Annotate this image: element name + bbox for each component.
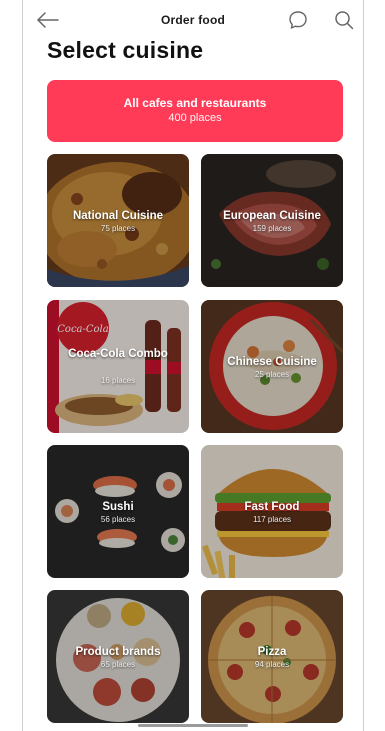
- category-tile-fast-food[interactable]: Fast Food 117 places: [201, 445, 343, 578]
- category-name: Fast Food: [244, 501, 300, 513]
- category-tile-european-cuisine[interactable]: European Cuisine 159 places: [201, 154, 343, 287]
- category-tile-coca-cola-combo[interactable]: Coca-Cola Coca-Cola Combo 16 places: [47, 300, 189, 433]
- category-tile-product-brands[interactable]: Product brands 65 places: [47, 590, 189, 723]
- page-title: Order food: [161, 13, 225, 27]
- category-count: 16 places: [100, 376, 136, 385]
- category-tile-pizza[interactable]: Pizza 94 places: [201, 590, 343, 723]
- top-bar: Order food: [23, 0, 363, 40]
- section-heading: Select cuisine: [47, 37, 204, 63]
- category-name: Coca-Cola Combo: [68, 348, 168, 360]
- category-count: 75 places: [100, 224, 136, 233]
- category-name: Product brands: [75, 646, 161, 658]
- category-name: National Cuisine: [72, 210, 164, 222]
- app-screen: Order food Select cuisine All cafes and …: [22, 0, 364, 731]
- category-count: 117 places: [252, 515, 292, 524]
- category-count: 25 places: [254, 370, 290, 379]
- category-name: European Cuisine: [223, 210, 321, 222]
- category-name: Chinese Cuisine: [227, 356, 317, 368]
- category-count: 94 places: [254, 660, 290, 669]
- search-icon[interactable]: [333, 9, 355, 31]
- category-count: 159 places: [252, 224, 292, 233]
- category-count: 56 places: [100, 515, 136, 524]
- category-tile-sushi[interactable]: Sushi 56 places: [47, 445, 189, 578]
- category-count: 65 places: [100, 660, 136, 669]
- home-indicator: [138, 724, 248, 727]
- category-tile-chinese-cuisine[interactable]: Chinese Cuisine 25 places: [201, 300, 343, 433]
- all-cafes-button[interactable]: All cafes and restaurants 400 places: [47, 80, 343, 142]
- tile-shade: [47, 300, 189, 433]
- all-cafes-count: 400 places: [168, 112, 222, 124]
- category-name: Pizza: [257, 646, 287, 658]
- category-tile-national-cuisine[interactable]: National Cuisine 75 places: [47, 154, 189, 287]
- chat-bubble-icon[interactable]: [287, 9, 309, 31]
- all-cafes-label: All cafes and restaurants: [123, 96, 267, 110]
- category-name: Sushi: [102, 501, 134, 513]
